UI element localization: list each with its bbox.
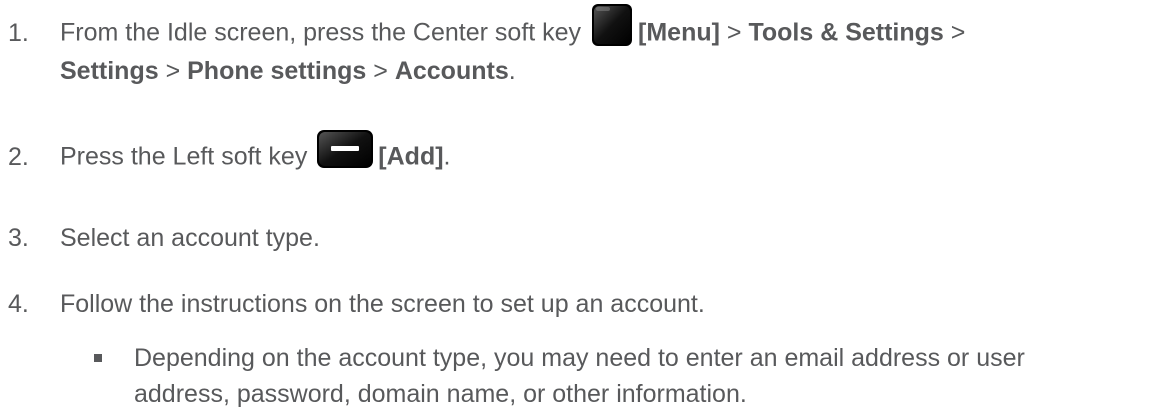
menu-key-label: [Menu] xyxy=(638,18,720,47)
add-key-label: [Add] xyxy=(378,142,444,171)
separator: > xyxy=(719,18,749,47)
path-accounts: Accounts xyxy=(394,57,509,85)
step-1-continued: Settings > Phone settings > Accounts. xyxy=(60,49,516,93)
bullet-text-line-2: address, password, domain name, or other… xyxy=(134,380,747,408)
separator: > xyxy=(158,57,188,85)
step-text: Select an account type. xyxy=(60,224,320,252)
step-text: Press the Left soft key xyxy=(60,142,315,171)
period: . xyxy=(508,57,516,85)
left-soft-key-icon xyxy=(316,129,374,183)
step-text: From the Idle screen, press the Center s… xyxy=(60,18,589,47)
bullet-marker xyxy=(94,354,102,362)
period: . xyxy=(443,142,451,171)
step-number: 3. xyxy=(8,224,29,252)
center-soft-key-icon xyxy=(590,3,634,61)
separator: > xyxy=(366,57,395,85)
step-text: Follow the instructions on the screen to… xyxy=(60,290,705,318)
step-number: 2. xyxy=(8,142,29,171)
bullet-text-line-1: Depending on the account type, you may n… xyxy=(134,344,1025,372)
path-phone-settings: Phone settings xyxy=(187,57,367,85)
step-number: 1. xyxy=(8,18,29,47)
path-tools-settings: Tools & Settings xyxy=(748,18,944,47)
separator: > xyxy=(943,18,966,47)
path-settings: Settings xyxy=(60,57,159,85)
step-2: 2. Press the Left soft key [Add]. xyxy=(8,129,451,185)
step-number: 4. xyxy=(8,290,29,318)
step-4: 4. Follow the instructions on the screen … xyxy=(8,282,705,326)
step-3: 3. Select an account type. xyxy=(8,216,320,260)
